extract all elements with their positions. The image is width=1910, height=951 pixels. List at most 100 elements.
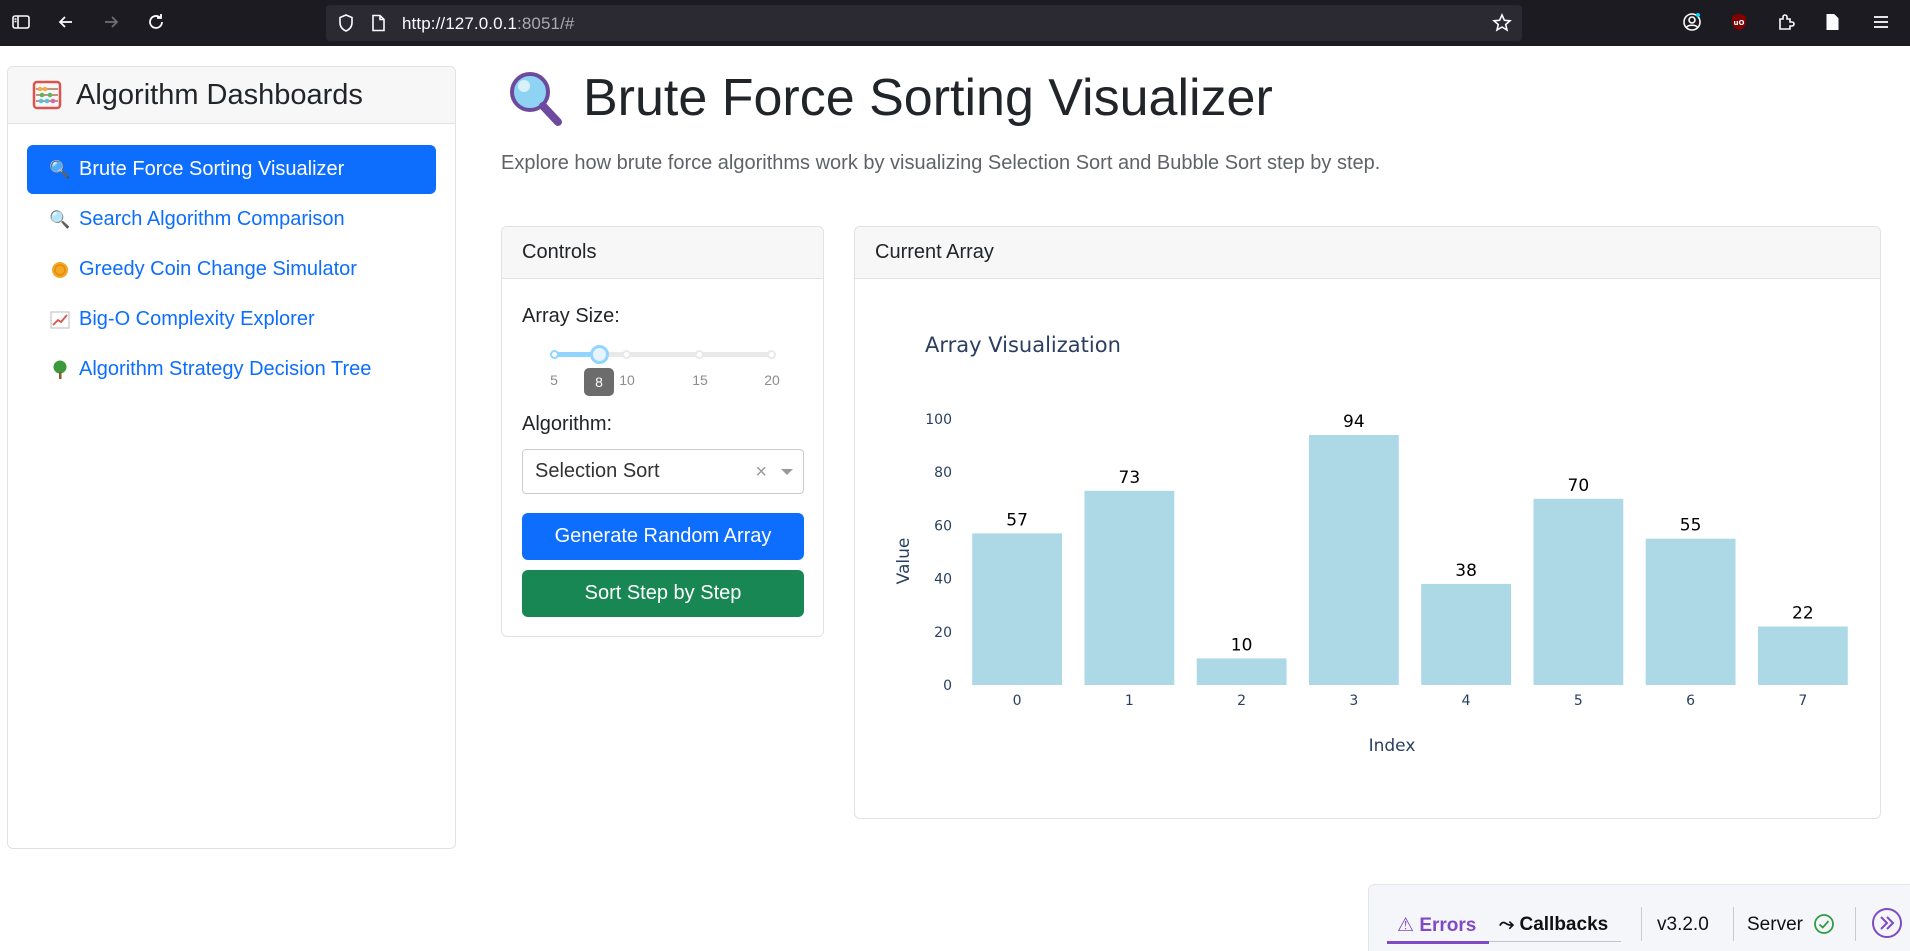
slider-dot[interactable]	[550, 350, 559, 359]
extensions-puzzle-icon[interactable]	[1772, 8, 1800, 36]
x-tick-label: 6	[1686, 693, 1695, 709]
magnifier-icon: 🔍	[49, 209, 71, 229]
sort-step-button[interactable]: Sort Step by Step	[522, 570, 804, 617]
bar-value-label: 70	[1568, 476, 1590, 496]
algorithm-label: Algorithm:	[522, 413, 613, 435]
sidebar-header: Algorithm Dashboards	[8, 67, 455, 124]
bar-value-label: 10	[1231, 635, 1253, 655]
slider-mark: 20	[764, 372, 780, 388]
bar	[1421, 583, 1512, 685]
chart-y-axis-label: Value	[894, 538, 914, 585]
divider	[1855, 907, 1856, 941]
ublock-extension-icon[interactable]: uO	[1725, 8, 1753, 36]
bar	[972, 533, 1063, 685]
callbacks-label: Callbacks	[1519, 914, 1609, 935]
bar-value-label: 38	[1455, 561, 1477, 581]
bar	[1308, 434, 1399, 685]
chart-x-axis-label: Index	[1369, 736, 1416, 756]
page-icon[interactable]	[368, 13, 388, 33]
coin-icon	[49, 261, 71, 279]
y-tick-label: 80	[934, 465, 952, 481]
generate-array-button[interactable]: Generate Random Array	[522, 513, 804, 560]
y-tick-label: 100	[925, 412, 952, 428]
nav-item-label: Big-O Complexity Explorer	[79, 308, 315, 330]
server-status-label: Server	[1747, 914, 1803, 935]
array-size-label: Array Size:	[522, 305, 620, 327]
divider	[1641, 907, 1642, 941]
address-bar[interactable]: http://127.0.0.1:8051/#	[326, 5, 1522, 41]
sidebar-title: Algorithm Dashboards	[76, 78, 363, 111]
sidebar-toggle-icon[interactable]	[7, 8, 35, 36]
bar-value-label: 73	[1119, 468, 1141, 488]
bar-value-label: 94	[1343, 412, 1365, 432]
menu-hamburger-icon[interactable]	[1867, 8, 1895, 36]
nav-item-label: Algorithm Strategy Decision Tree	[79, 358, 372, 380]
document-icon[interactable]	[1818, 8, 1846, 36]
account-icon[interactable]	[1678, 8, 1706, 36]
abacus-icon	[32, 80, 62, 110]
slider-mark: 15	[692, 372, 708, 388]
collapse-toggle-icon[interactable]	[1871, 907, 1903, 939]
current-array-card-header: Current Array	[855, 227, 1880, 279]
x-tick-label: 0	[1013, 693, 1022, 709]
nav-item-greedy-coin[interactable]: Greedy Coin Change Simulator	[27, 245, 436, 294]
reload-icon[interactable]	[142, 8, 170, 36]
version-label: v3.2.0	[1657, 914, 1709, 935]
shield-icon[interactable]	[336, 13, 356, 33]
y-tick-label: 20	[934, 625, 952, 641]
y-tick-label: 60	[934, 518, 952, 534]
nav-item-label: Search Algorithm Comparison	[79, 208, 345, 230]
x-tick-label: 5	[1574, 693, 1583, 709]
forward-arrow-icon[interactable]	[97, 8, 125, 36]
current-array-card: Current Array Array Visualization Index …	[854, 226, 1881, 819]
magnifier-icon: 🔍	[49, 159, 71, 179]
tab-underline	[1489, 941, 1621, 942]
y-tick-label: 0	[943, 678, 952, 694]
bookmark-star-icon[interactable]	[1492, 13, 1512, 33]
array-bar-chart: Array Visualization Index Value 02040608…	[894, 333, 1848, 756]
page-title: Brute Force Sorting Visualizer	[583, 69, 1273, 127]
x-tick-label: 7	[1798, 693, 1807, 709]
browser-toolbar: http://127.0.0.1:8051/# uO	[0, 0, 1910, 46]
slider-dot[interactable]	[695, 350, 704, 359]
controls-card: Controls Array Size: 5 10 15 20 8 Algori…	[501, 226, 824, 637]
controls-card-header: Controls	[502, 227, 823, 279]
slider-handle[interactable]	[590, 345, 609, 364]
nav-item-brute-force[interactable]: 🔍 Brute Force Sorting Visualizer	[27, 145, 436, 194]
errors-tab-underline	[1387, 941, 1489, 944]
svg-text:uO: uO	[1734, 19, 1745, 27]
algorithm-dropdown[interactable]: Selection Sort ×	[522, 449, 804, 494]
array-size-slider[interactable]: 5 10 15 20 8	[550, 345, 780, 406]
bar	[1645, 538, 1736, 685]
url-text[interactable]: http://127.0.0.1:8051/#	[402, 14, 574, 34]
nav-item-big-o[interactable]: Big-O Complexity Explorer	[27, 295, 436, 344]
bar-value-label: 22	[1792, 603, 1814, 623]
errors-label: Errors	[1419, 915, 1477, 936]
chart-bars: 020406080100570731102943384705556227	[925, 412, 1848, 709]
back-arrow-icon[interactable]	[52, 8, 80, 36]
dash-debug-menu: ⚠ Errors ⤳ Callbacks v3.2.0 Server	[1368, 884, 1910, 951]
slider-mark: 10	[619, 372, 635, 388]
slider-mark: 5	[550, 372, 558, 388]
slider-dot[interactable]	[622, 350, 631, 359]
clear-icon[interactable]: ×	[755, 461, 767, 484]
tree-icon	[49, 360, 71, 380]
chart-title: Array Visualization	[925, 333, 1121, 357]
slider-tooltip: 8	[584, 368, 614, 396]
algorithm-selected-value: Selection Sort	[535, 460, 660, 482]
chevron-down-icon[interactable]	[781, 469, 793, 475]
nav-item-decision-tree[interactable]: Algorithm Strategy Decision Tree	[27, 345, 436, 394]
callbacks-tab[interactable]: ⤳ Callbacks	[1499, 914, 1608, 936]
bar	[1084, 490, 1175, 685]
nav-item-search-comparison[interactable]: 🔍 Search Algorithm Comparison	[27, 195, 436, 244]
x-tick-label: 1	[1125, 693, 1134, 709]
nav-item-label: Brute Force Sorting Visualizer	[79, 158, 345, 180]
slider-dot[interactable]	[767, 350, 776, 359]
sidebar: Algorithm Dashboards 🔍 Brute Force Sorti…	[7, 66, 456, 849]
sidebar-nav: 🔍 Brute Force Sorting Visualizer 🔍 Searc…	[27, 145, 436, 395]
chart-increasing-icon	[49, 311, 71, 329]
errors-tab[interactable]: ⚠ Errors	[1397, 914, 1476, 937]
x-tick-label: 4	[1462, 693, 1471, 709]
bar	[1533, 498, 1624, 685]
divider	[1733, 907, 1734, 941]
